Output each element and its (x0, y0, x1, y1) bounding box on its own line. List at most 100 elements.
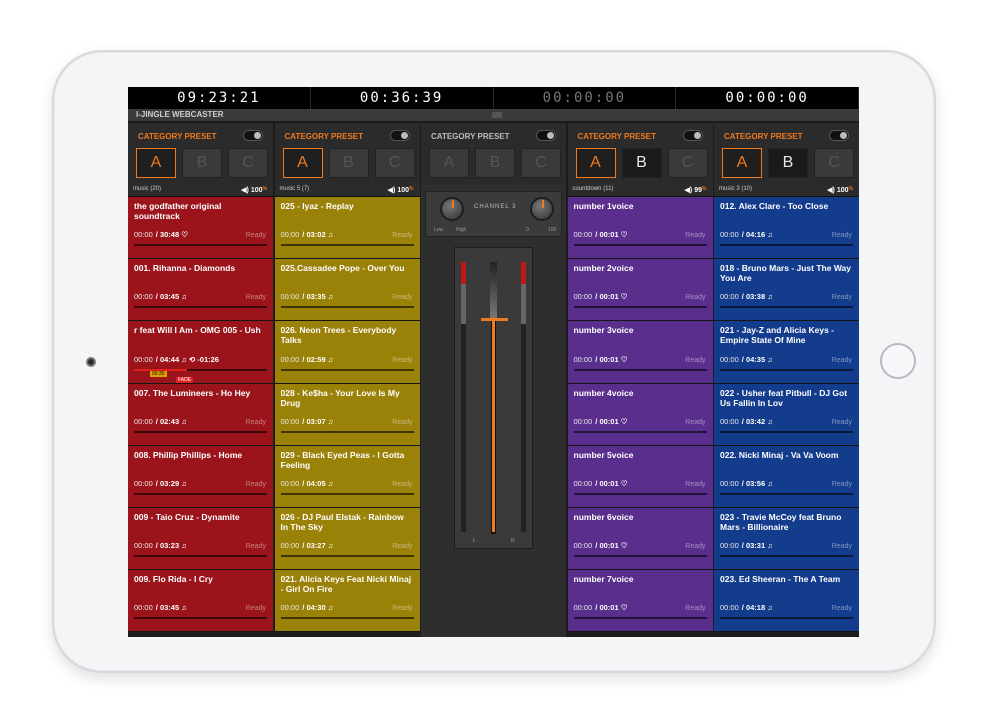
voice-icon: ♡ (620, 416, 628, 426)
jingle-times: 00:00/ 00:01 ♡ (574, 541, 628, 550)
jingle-cell[interactable]: number 5voice 00:00/ 00:01 ♡ Ready (567, 445, 713, 508)
fader-cap[interactable] (481, 318, 508, 321)
preset-c-button[interactable]: C (521, 148, 561, 178)
preset-b-button[interactable]: B (621, 148, 662, 178)
music-note-icon: ♫ (327, 354, 334, 364)
preset-toggle[interactable] (243, 130, 263, 141)
jingle-cell[interactable]: number 3voice 00:00/ 00:01 ♡ Ready (567, 321, 713, 384)
jingle-cell[interactable]: 026 - DJ Paul Elstak - Rainbow In The Sk… (274, 507, 420, 571)
jingle-cell[interactable]: 001. Rihanna - Diamonds 00:00/ 03:45 ♫ Rea… (128, 259, 273, 322)
jingle-cell[interactable]: 023 - Travie McCoy feat Bruno Mars - Bil… (714, 507, 859, 571)
jingle-cell[interactable]: 028 - Ke$ha - Your Love Is My Drug 00:00/… (274, 383, 420, 446)
preset-a-button[interactable]: A (722, 148, 762, 178)
duration: / 30:48 (155, 230, 182, 240)
jingle-cell[interactable]: 022. Nicki Minaj - Va Va Voom 00:00/ 03:5… (714, 445, 859, 508)
progress-bar (280, 306, 414, 309)
music-note-icon: ♫ (181, 603, 187, 613)
knob-high-label: High (456, 227, 467, 233)
music-note-icon: ♫ (767, 603, 773, 613)
home-button[interactable] (880, 343, 916, 379)
cue-badge: 00:30 (150, 370, 167, 377)
volume-display[interactable]: ◀)100% (241, 186, 267, 194)
music-note-icon: ♫ (181, 478, 187, 488)
preset-toggle[interactable] (829, 130, 849, 141)
preset-c-button[interactable]: C (228, 148, 268, 178)
jingle-cell[interactable]: number 1voice 00:00/ 00:01 ♡ Ready (567, 197, 713, 260)
status-label: Ready (685, 543, 706, 551)
jingle-cell[interactable]: 029 - Black Eyed Peas - I Gotta Feeling 0… (274, 445, 420, 508)
preset-b-button[interactable]: B (182, 148, 222, 178)
fader-thumb[interactable] (490, 262, 497, 318)
preset-c-button[interactable]: C (374, 148, 415, 178)
channel-fader[interactable] (481, 262, 508, 534)
duration: / 00:01 (595, 292, 621, 302)
current-time: 00:00 (573, 603, 593, 613)
jingle-title: 023 - Travie McCoy feat Bruno Mars - Bil… (720, 511, 842, 532)
jingle-times: 00:00/ 02:59 ♫ (281, 355, 334, 364)
status-label: Ready (245, 543, 266, 551)
preset-b-button[interactable]: B (768, 148, 808, 178)
music-note-icon: ♫ (767, 292, 773, 302)
jingle-title: number 5voice (573, 449, 634, 460)
jingle-cell[interactable]: number 4voice 00:00/ 00:01 ♡ Ready (567, 383, 713, 446)
jingle-times: 00:00/ 04:44 ♫ ⟲ -01:26 (134, 355, 219, 364)
volume-display[interactable]: ◀)100% (827, 186, 853, 194)
volume-display[interactable]: ◀)100% (388, 186, 414, 194)
jingle-cell[interactable]: number 6voice 00:00/ 00:01 ♡ Ready (567, 507, 713, 571)
gain-knob[interactable] (440, 197, 464, 221)
preset-toggle[interactable] (389, 130, 410, 141)
preset-a-button[interactable]: A (282, 148, 323, 178)
jingle-cell[interactable]: 022 - Usher feat Pitbull - DJ Got Us Fal… (714, 383, 859, 446)
duration: / 00:01 (595, 416, 621, 426)
preset-a-button[interactable]: A (136, 148, 176, 178)
timer-bar: 09:23:21 00:36:39 00:00:00 00:00:00 (128, 87, 859, 109)
status-label: Ready (245, 232, 266, 240)
category-column: CATEGORY PRESET A B Cmusic 3 (10) ◀) 100% 012.… (714, 123, 859, 637)
jingle-cell[interactable]: 008. Phillip Phillips - Home 00:00/ 03:29… (128, 445, 273, 508)
jingle-cell[interactable]: 021. Alicia Keys Feat Nicki Minaj - Girl… (274, 570, 420, 633)
music-note-icon: ♫ (327, 230, 334, 240)
current-time: 00:00 (720, 603, 739, 613)
progress-bar (134, 244, 267, 247)
current-time: 00:00 (134, 292, 153, 302)
status-label: Ready (245, 294, 266, 302)
status-label: Ready (831, 418, 852, 426)
progress-bar (573, 430, 707, 433)
volume-knob[interactable] (530, 197, 554, 221)
jingle-cell[interactable]: r feat Will I Am - OMG 005 - Ush 00:00/ 0… (128, 321, 273, 384)
jingle-cell[interactable]: number 7voice 00:00/ 00:01 ♡ Ready (567, 570, 713, 633)
preset-toggle[interactable] (536, 130, 556, 141)
jingle-title: the godfather original soundtrack (134, 201, 222, 221)
preset-toggle[interactable] (682, 130, 703, 141)
volume-display[interactable]: ◀) 99% (685, 186, 707, 194)
category-preset-title: CATEGORY PRESET (284, 132, 364, 141)
preset-b-button[interactable]: B (328, 148, 369, 178)
jingle-cell[interactable]: 012. Alex Clare - Too Close 00:00/ 04:16 … (714, 197, 859, 260)
jingle-cell[interactable]: 021 - Jay-Z and Alicia Keys - Empire Sta… (714, 321, 859, 384)
progress-bar (573, 617, 707, 620)
timer-2: 00:36:39 (311, 87, 494, 109)
jingle-cell[interactable]: 009. Flo Rida - I Cry 00:00/ 03:45 ♫ Ready (128, 570, 273, 633)
jingle-cell[interactable]: 009 - Taio Cruz - Dynamite 00:00/ 03:23 ♫… (128, 507, 273, 571)
jingle-cell[interactable]: 026. Neon Trees - Everybody Talks 00:00/ … (274, 321, 420, 384)
preset-a-button[interactable]: A (575, 148, 616, 178)
speaker-icon: ◀) (387, 187, 396, 194)
status-label: Ready (392, 480, 413, 488)
progress-bar (720, 430, 853, 433)
preset-a-button[interactable]: A (429, 148, 469, 178)
jingle-cell[interactable]: number 2voice 00:00/ 00:01 ♡ Ready (567, 259, 713, 322)
jingle-cell[interactable]: 025.Cassadee Pope - Over You 00:00/ 03:35… (274, 259, 420, 322)
music-note-icon: ♫ (181, 292, 187, 302)
jingle-cell[interactable]: 007. The Lumineers - Ho Hey 00:00/ 02:43 … (128, 383, 273, 446)
duration: / 03:45 (155, 292, 182, 302)
jingle-cell[interactable]: the godfather original soundtrack 00:00/ … (128, 197, 273, 260)
preset-c-button[interactable]: C (814, 148, 854, 178)
timer-4: 00:00:00 (676, 87, 859, 109)
scroll-handle[interactable] (492, 112, 502, 118)
jingle-cell[interactable]: 018 - Bruno Mars - Just The Way You Are 0… (714, 259, 859, 322)
preset-b-button[interactable]: B (475, 148, 515, 178)
timer-1: 09:23:21 (128, 87, 311, 109)
jingle-cell[interactable]: 025 - Iyaz - Replay 00:00/ 03:02 ♫ Ready (274, 197, 420, 260)
jingle-cell[interactable]: 023. Ed Sheeran - The A Team 00:00/ 04:18… (714, 570, 859, 633)
preset-c-button[interactable]: C (667, 148, 708, 178)
